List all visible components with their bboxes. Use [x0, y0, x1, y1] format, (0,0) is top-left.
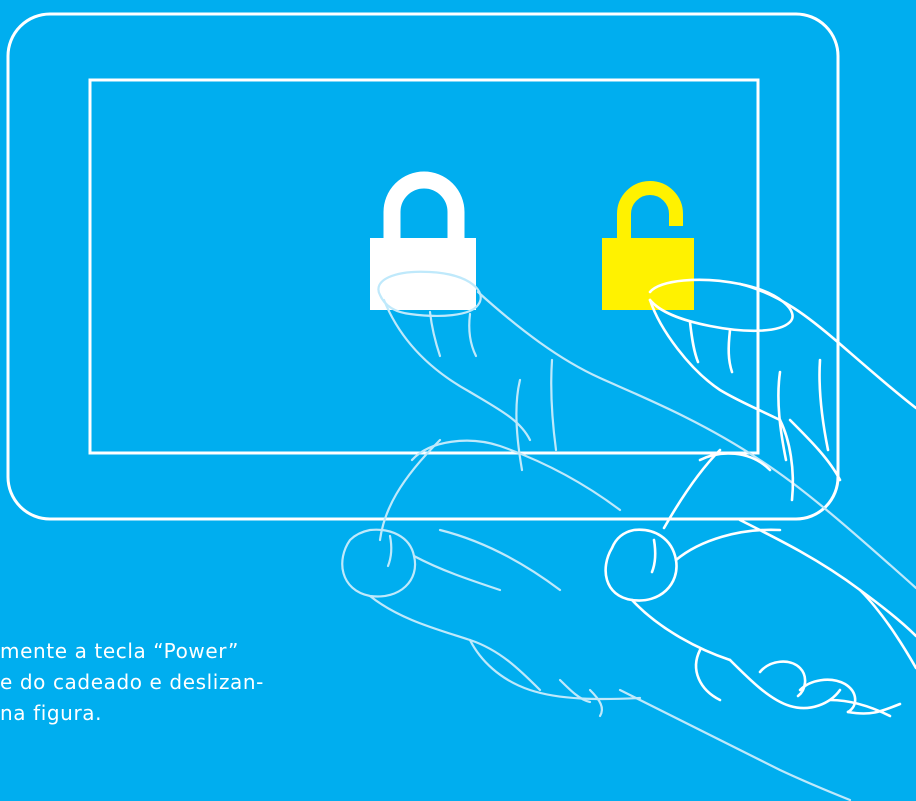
- front-hand-drawing: [604, 278, 916, 718]
- instruction-caption: mente a tecla “Power” e do cadeado e des…: [0, 636, 264, 729]
- back-hand-drawing: [341, 270, 916, 801]
- padlock-closed-icon: [370, 171, 476, 310]
- caption-line-3: na figura.: [0, 701, 103, 725]
- caption-line-1: mente a tecla “Power”: [0, 639, 239, 663]
- padlock-open-icon: [602, 181, 694, 310]
- tablet-unlock-illustration: mente a tecla “Power” e do cadeado e des…: [0, 0, 916, 801]
- caption-line-2: e do cadeado e deslizan-: [0, 670, 264, 694]
